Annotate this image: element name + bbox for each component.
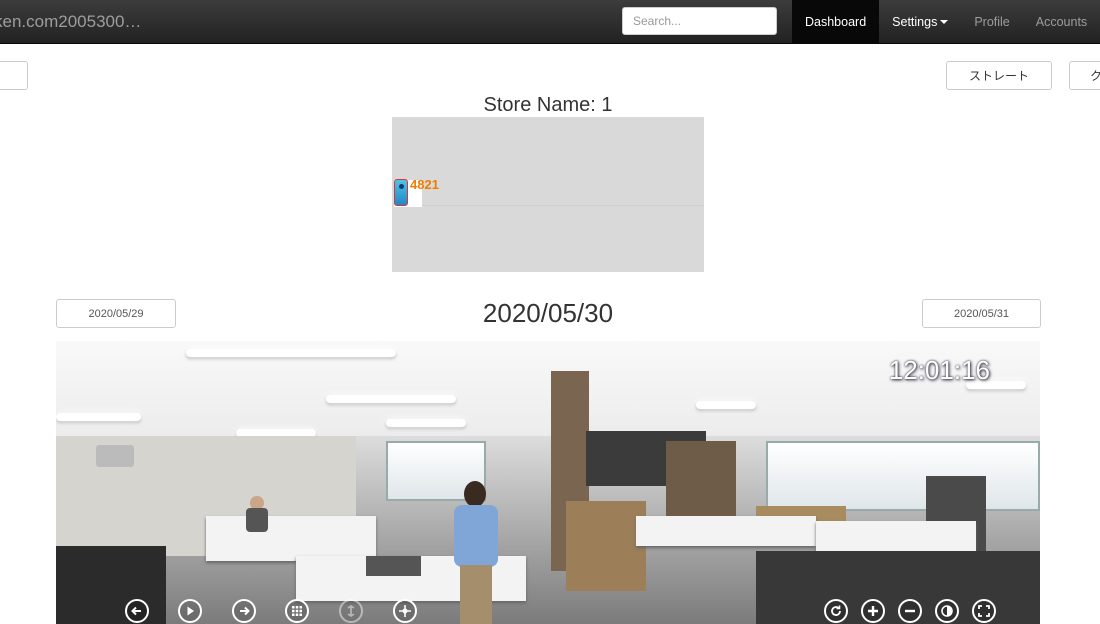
nav-profile-label: Profile xyxy=(974,14,1010,29)
person-seated xyxy=(246,496,268,536)
main-nav: Dashboard Settings Profile Accounts xyxy=(792,0,1100,43)
monitor xyxy=(56,546,166,624)
right-toolbar-button[interactable]: ク xyxy=(1069,61,1100,90)
play-icon[interactable] xyxy=(178,599,202,623)
map-divider xyxy=(392,205,704,206)
zoom-out-icon[interactable] xyxy=(898,599,922,623)
fullscreen-icon[interactable] xyxy=(972,599,996,623)
store-title: Store Name: 1 xyxy=(483,94,613,116)
contrast-icon[interactable] xyxy=(935,599,959,623)
camera-icon[interactable] xyxy=(394,179,408,206)
nav-profile[interactable]: Profile xyxy=(961,0,1022,43)
crosshair-icon[interactable] xyxy=(393,599,417,623)
brand-title[interactable]: ken.com2005300… xyxy=(0,12,144,32)
navbar: ken.com2005300… Dashboard Settings Profi… xyxy=(0,0,1100,44)
desk xyxy=(636,516,816,546)
floor-map[interactable]: 4821 xyxy=(392,117,704,272)
cabinet xyxy=(566,501,646,591)
search-input[interactable] xyxy=(622,7,777,35)
sync-icon[interactable] xyxy=(339,599,363,623)
camera-label[interactable]: 4821 xyxy=(410,177,439,192)
prev-icon[interactable] xyxy=(125,599,149,623)
zoom-in-icon[interactable] xyxy=(861,599,885,623)
straight-view-button[interactable]: ストレート xyxy=(946,61,1052,90)
next-date-button[interactable]: 2020/05/31 xyxy=(922,299,1041,328)
nav-settings-label: Settings xyxy=(892,14,938,29)
ceiling-light xyxy=(186,349,396,357)
panorama-viewer[interactable]: 12:01:16 xyxy=(56,341,1040,624)
current-date: 2020/05/30 xyxy=(482,298,614,328)
wall-clock xyxy=(96,445,134,467)
ceiling-light xyxy=(696,401,756,409)
next-icon[interactable] xyxy=(232,599,256,623)
ceiling-light xyxy=(56,413,141,421)
left-toolbar-button[interactable] xyxy=(0,61,28,90)
desk xyxy=(206,516,376,561)
nav-dashboard[interactable]: Dashboard xyxy=(792,0,880,43)
window-right xyxy=(766,441,1040,511)
nav-accounts-label: Accounts xyxy=(1035,14,1088,29)
caret-down-icon xyxy=(940,19,949,24)
rotate-icon[interactable] xyxy=(824,599,848,623)
ceiling-light xyxy=(326,395,456,403)
nav-settings[interactable]: Settings xyxy=(879,0,961,43)
nav-dashboard-label: Dashboard xyxy=(805,14,867,29)
grid-icon[interactable] xyxy=(285,599,309,623)
laptop xyxy=(366,556,421,576)
desk xyxy=(816,521,976,551)
prev-date-button[interactable]: 2020/05/29 xyxy=(56,299,176,328)
person xyxy=(454,481,506,624)
nav-accounts[interactable]: Accounts xyxy=(1023,0,1100,43)
video-timestamp: 12:01:16 xyxy=(888,355,990,385)
ceiling-light xyxy=(386,419,466,427)
